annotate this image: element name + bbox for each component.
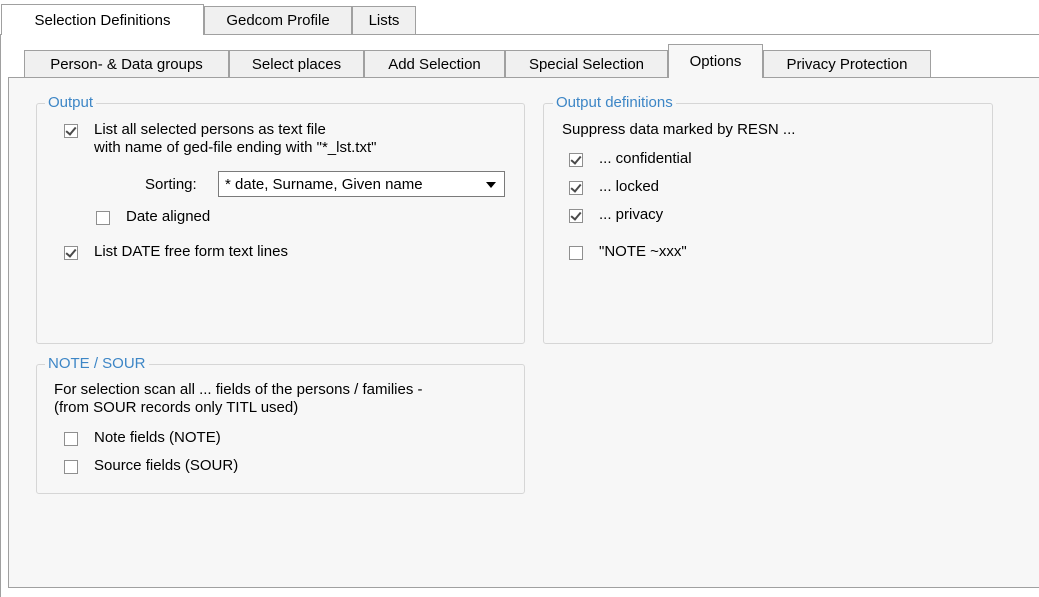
output-group-title: Output bbox=[45, 95, 97, 111]
note-fields-checkbox[interactable] bbox=[64, 432, 78, 446]
sorting-value: * date, Surname, Given name bbox=[225, 175, 423, 193]
locked-checkbox[interactable] bbox=[569, 181, 583, 195]
date-aligned-label: Date aligned bbox=[126, 208, 211, 225]
date-aligned-checkbox[interactable] bbox=[96, 211, 110, 225]
list-text-file-checkbox[interactable] bbox=[64, 124, 78, 138]
list-date-free-checkbox[interactable] bbox=[64, 246, 78, 260]
locked-label: ... locked bbox=[599, 178, 660, 195]
tab-lists[interactable]: Lists bbox=[352, 6, 416, 34]
tab-selection-definitions[interactable]: Selection Definitions bbox=[1, 4, 204, 35]
tab-gedcom-profile[interactable]: Gedcom Profile bbox=[204, 6, 352, 34]
tab-special-selection[interactable]: Special Selection bbox=[505, 50, 668, 77]
note-sour-description-2: (from SOUR records only TITL used) bbox=[54, 399, 299, 416]
tab-person-data-groups[interactable]: Person- & Data groups bbox=[24, 50, 229, 77]
list-text-file-label-2: with name of ged-file ending with "*_lst… bbox=[94, 139, 377, 156]
output-definitions-title: Output definitions bbox=[553, 95, 676, 111]
tab-privacy-protection[interactable]: Privacy Protection bbox=[763, 50, 931, 77]
privacy-checkbox[interactable] bbox=[569, 209, 583, 223]
list-text-file-label: List all selected persons as text file bbox=[94, 121, 326, 138]
note-xxx-checkbox[interactable] bbox=[569, 246, 583, 260]
privacy-label: ... privacy bbox=[599, 206, 664, 223]
source-fields-checkbox[interactable] bbox=[64, 460, 78, 474]
sorting-label: Sorting: bbox=[145, 176, 197, 193]
list-date-free-label: List DATE free form text lines bbox=[94, 243, 288, 260]
note-fields-label: Note fields (NOTE) bbox=[94, 429, 221, 446]
note-sour-title: NOTE / SOUR bbox=[45, 356, 149, 372]
tab-add-selection[interactable]: Add Selection bbox=[364, 50, 505, 77]
sorting-combobox[interactable]: * date, Surname, Given name bbox=[218, 171, 505, 197]
tab-options[interactable]: Options bbox=[668, 44, 763, 78]
note-xxx-label: "NOTE ~xxx" bbox=[599, 243, 687, 260]
chevron-down-icon[interactable] bbox=[486, 182, 496, 188]
tab-select-places[interactable]: Select places bbox=[229, 50, 364, 77]
suppress-label: Suppress data marked by RESN ... bbox=[562, 121, 796, 138]
source-fields-label: Source fields (SOUR) bbox=[94, 457, 239, 474]
note-sour-description: For selection scan all ... fields of the… bbox=[54, 381, 423, 398]
window-left-border bbox=[0, 34, 1, 597]
confidential-checkbox[interactable] bbox=[569, 153, 583, 167]
confidential-label: ... confidential bbox=[599, 150, 692, 167]
